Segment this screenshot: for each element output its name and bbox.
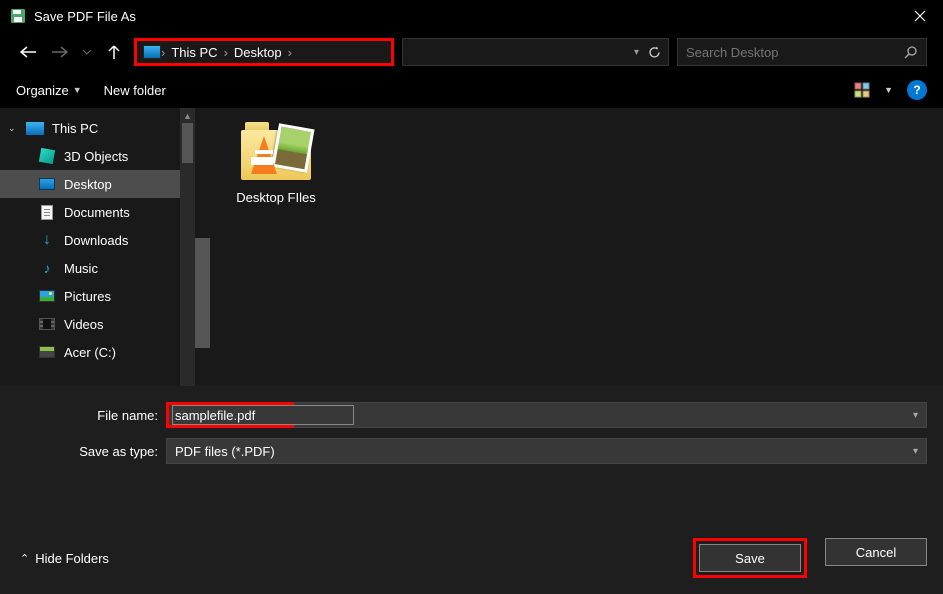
bottom-panel: File name: ▾ Save as type: PDF files (*.… [0, 386, 943, 594]
sidebar-scrollbar[interactable]: ▲ [180, 108, 195, 386]
window-title: Save PDF File As [34, 9, 897, 24]
nav-back-button[interactable] [16, 40, 40, 64]
filename-input[interactable] [175, 408, 351, 423]
content-scrollbar[interactable] [195, 238, 210, 348]
chevron-down-icon[interactable]: ▾ [634, 47, 639, 58]
toolbar: Organize ▼ New folder ▼ ? [0, 72, 943, 108]
this-pc-icon [26, 120, 44, 136]
folder-icon [241, 122, 311, 180]
organize-menu[interactable]: Organize ▼ [16, 83, 82, 98]
chevron-down-icon: ⌄ [8, 123, 18, 134]
cancel-button[interactable]: Cancel [825, 538, 927, 566]
search-input[interactable] [677, 38, 927, 66]
desktop-icon [38, 176, 56, 192]
chevron-down-icon: ▼ [73, 85, 82, 95]
sidebar-item-label: Music [64, 261, 98, 276]
scroll-up-icon[interactable]: ▲ [180, 108, 195, 123]
sidebar-item-label: Downloads [64, 233, 128, 248]
save-dialog-icon [10, 8, 26, 24]
sidebar-item-label: Acer (C:) [64, 345, 116, 360]
drive-icon [38, 344, 56, 360]
filetype-value: PDF files (*.PDF) [175, 444, 913, 459]
filetype-row: Save as type: PDF files (*.PDF) ▾ [16, 438, 927, 464]
sidebar-item-desktop[interactable]: Desktop [0, 170, 195, 198]
navbar: › This PC › Desktop › ▾ [0, 32, 943, 72]
sidebar-item-downloads[interactable]: ↓ Downloads [0, 226, 195, 254]
save-button[interactable]: Save [699, 544, 801, 572]
this-pc-icon [143, 45, 161, 59]
sidebar: ⌄ This PC 3D Objects Desktop Documents ↓… [0, 108, 195, 386]
filetype-select[interactable]: PDF files (*.PDF) ▾ [166, 438, 927, 464]
main-area: ⌄ This PC 3D Objects Desktop Documents ↓… [0, 108, 943, 386]
search-field[interactable] [686, 45, 904, 60]
videos-icon [38, 316, 56, 332]
breadcrumb-desktop[interactable]: Desktop [228, 45, 288, 60]
scroll-thumb[interactable] [182, 123, 193, 163]
folder-label: Desktop FIles [221, 190, 331, 205]
search-icon[interactable] [904, 45, 918, 59]
sidebar-item-drive-c[interactable]: Acer (C:) [0, 338, 195, 366]
sidebar-item-videos[interactable]: Videos [0, 310, 195, 338]
hide-folders-button[interactable]: ⌃ Hide Folders [16, 551, 693, 566]
content-area[interactable]: Desktop FIles [195, 108, 943, 386]
nav-recent-dropdown[interactable] [80, 40, 94, 64]
3d-objects-icon [38, 148, 56, 164]
breadcrumb[interactable]: › This PC › Desktop › [134, 38, 394, 66]
save-button-highlight: Save [693, 538, 807, 578]
sidebar-item-label: Pictures [64, 289, 111, 304]
breadcrumb-extra[interactable]: ▾ [402, 38, 669, 66]
filename-row: File name: ▾ [16, 402, 927, 428]
nav-up-button[interactable] [102, 40, 126, 64]
documents-icon [38, 204, 56, 220]
chevron-down-icon[interactable]: ▼ [884, 85, 893, 95]
sidebar-item-this-pc[interactable]: ⌄ This PC [0, 114, 195, 142]
breadcrumb-this-pc[interactable]: This PC [165, 45, 223, 60]
sidebar-item-label: Documents [64, 205, 130, 220]
chevron-down-icon: ▾ [913, 446, 918, 457]
sidebar-item-music[interactable]: ♪ Music [0, 254, 195, 282]
titlebar: Save PDF File As [0, 0, 943, 32]
sidebar-item-documents[interactable]: Documents [0, 198, 195, 226]
filename-label: File name: [16, 408, 166, 423]
sidebar-item-pictures[interactable]: Pictures [0, 282, 195, 310]
sidebar-item-label: Videos [64, 317, 104, 332]
close-button[interactable] [897, 0, 943, 32]
chevron-right-icon: › [288, 45, 292, 60]
new-folder-button[interactable]: New folder [104, 83, 166, 98]
footer: ⌃ Hide Folders Save Cancel [16, 538, 927, 578]
help-button[interactable]: ? [907, 80, 927, 100]
music-icon: ♪ [38, 260, 56, 276]
filetype-label: Save as type: [16, 444, 166, 459]
view-options-button[interactable] [854, 82, 870, 98]
filename-input-highlight [166, 402, 294, 428]
sidebar-item-label: This PC [52, 121, 98, 136]
sidebar-item-label: Desktop [64, 177, 112, 192]
filename-input-tail[interactable]: ▾ [294, 402, 927, 428]
sidebar-item-3d-objects[interactable]: 3D Objects [0, 142, 195, 170]
sidebar-item-label: 3D Objects [64, 149, 128, 164]
refresh-icon[interactable] [647, 45, 662, 60]
nav-forward-button[interactable] [48, 40, 72, 64]
downloads-icon: ↓ [38, 232, 56, 248]
pictures-icon [38, 288, 56, 304]
chevron-up-icon: ⌃ [20, 552, 29, 565]
folder-item-desktop-files[interactable]: Desktop FIles [221, 122, 331, 205]
